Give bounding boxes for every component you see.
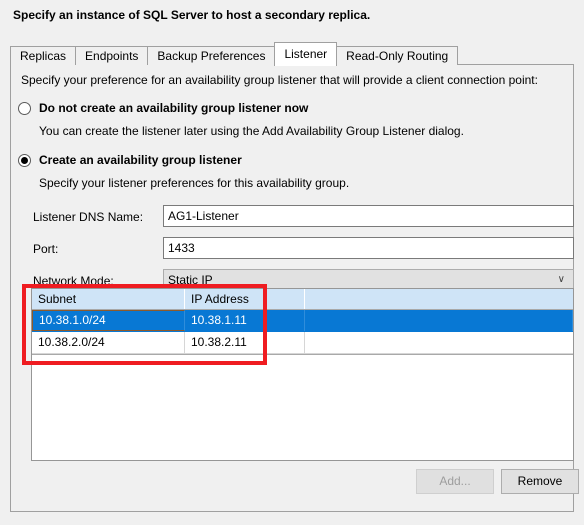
remove-button[interactable]: Remove (501, 469, 579, 494)
label-listener-dns-name: Listener DNS Name: (33, 210, 144, 224)
grid-body-divider (32, 354, 573, 355)
select-network-mode-value: Static IP (168, 273, 213, 287)
table-row[interactable]: 10.38.2.0/24 10.38.2.11 (32, 332, 573, 354)
label-network-mode: Network Mode: (33, 274, 114, 288)
radio-label-create-listener: Create an availability group listener (39, 153, 242, 167)
grid-cell-subnet[interactable]: 10.38.1.0/24 (32, 310, 185, 331)
listener-tab-panel: Specify your preference for an availabil… (10, 64, 579, 512)
grid-cell-ip-address[interactable]: 10.38.2.11 (185, 332, 305, 353)
grid-cell-ip-address[interactable]: 10.38.1.11 (185, 310, 305, 331)
grid-header-row: Subnet IP Address (32, 289, 573, 310)
panel-intro-text: Specify your preference for an availabil… (21, 73, 538, 87)
radio-do-not-create-listener[interactable]: Do not create an availability group list… (18, 101, 308, 115)
grid-column-header-subnet[interactable]: Subnet (32, 289, 185, 309)
grid-cell-filler (305, 310, 573, 331)
input-port[interactable]: 1433 (163, 237, 574, 259)
grid-cell-filler (305, 332, 573, 353)
label-port: Port: (33, 242, 59, 256)
tab-listener[interactable]: Listener (274, 42, 338, 66)
input-listener-dns-name[interactable]: AG1-Listener (163, 205, 574, 227)
chevron-down-icon: ∨ (557, 274, 565, 285)
grid-cell-subnet[interactable]: 10.38.2.0/24 (32, 332, 185, 353)
add-button[interactable]: Add... (416, 469, 494, 494)
table-row[interactable]: 10.38.1.0/24 10.38.1.11 (32, 310, 573, 332)
tab-endpoints[interactable]: Endpoints (75, 46, 149, 65)
radio-icon-checked (18, 153, 31, 167)
radio-create-listener[interactable]: Create an availability group listener (18, 153, 242, 167)
subnet-ip-grid[interactable]: Subnet IP Address 10.38.1.0/24 10.38.1.1… (31, 288, 574, 461)
tab-replicas[interactable]: Replicas (10, 46, 77, 65)
radio-label-do-not-create: Do not create an availability group list… (39, 101, 309, 115)
radio-icon-unchecked (18, 101, 31, 115)
radio-description-do-not-create: You can create the listener later using … (39, 124, 464, 138)
tab-read-only-routing[interactable]: Read-Only Routing (336, 46, 459, 65)
grid-column-header-filler (305, 289, 573, 309)
tab-backup-preferences[interactable]: Backup Preferences (147, 46, 276, 65)
radio-description-create-listener: Specify your listener preferences for th… (39, 176, 350, 190)
grid-column-header-ip-address[interactable]: IP Address (185, 289, 305, 309)
tab-strip: Replicas Endpoints Backup Preferences Li… (10, 42, 459, 66)
page-title: Specify an instance of SQL Server to hos… (13, 8, 371, 22)
